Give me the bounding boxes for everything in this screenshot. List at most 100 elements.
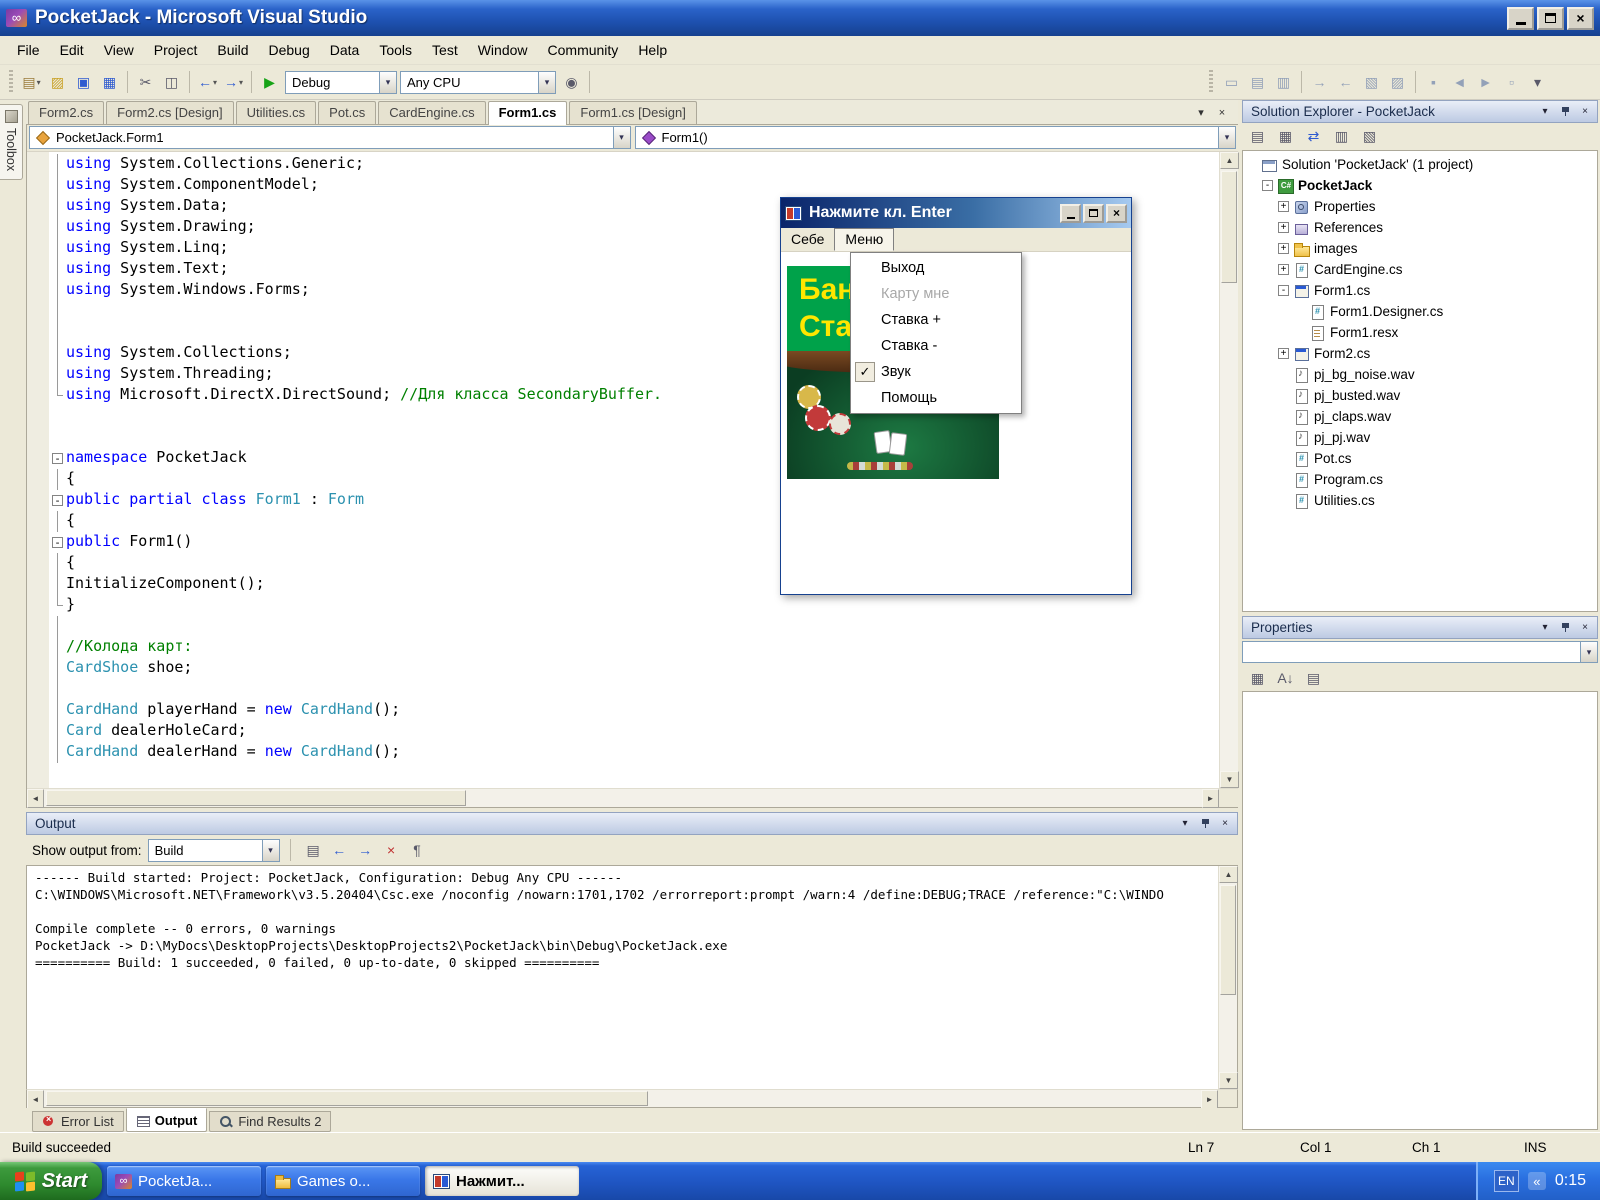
members-dropdown[interactable]: Form1() ▾ bbox=[635, 126, 1237, 149]
tree-item[interactable]: pj_busted.wav bbox=[1243, 385, 1597, 406]
next-bookmark-icon[interactable]: ► bbox=[1473, 70, 1498, 95]
menu-community[interactable]: Community bbox=[539, 38, 628, 62]
menu-build[interactable]: Build bbox=[208, 38, 257, 62]
output-panel-header[interactable]: Output ▾ × bbox=[26, 812, 1238, 835]
scrollbar-thumb[interactable] bbox=[46, 1091, 648, 1106]
output-text[interactable]: ------ Build started: Project: PocketJac… bbox=[27, 866, 1218, 1089]
editor-horizontal-scrollbar[interactable]: ◄ ► bbox=[27, 788, 1238, 807]
game-menu-item-deal-card[interactable]: Карту мне bbox=[853, 281, 1019, 307]
redo-icon[interactable]: → bbox=[221, 70, 246, 95]
scroll-up-icon[interactable]: ▲ bbox=[1219, 866, 1238, 883]
go-to-previous-message-icon[interactable]: ← bbox=[327, 838, 352, 863]
tree-item[interactable]: Form1.Designer.cs bbox=[1243, 301, 1597, 322]
chevron-down-icon[interactable]: ▾ bbox=[538, 72, 555, 93]
panel-tab-find-results-2[interactable]: Find Results 2 bbox=[209, 1111, 331, 1132]
tab-form2-cs-design-[interactable]: Form2.cs [Design] bbox=[106, 101, 233, 124]
tree-item[interactable]: pj_pj.wav bbox=[1243, 427, 1597, 448]
tree-item[interactable]: Utilities.cs bbox=[1243, 490, 1597, 511]
close-panel-button[interactable]: × bbox=[1577, 620, 1593, 635]
tree-item[interactable]: pj_bg_noise.wav bbox=[1243, 364, 1597, 385]
tree-item[interactable]: Pot.cs bbox=[1243, 448, 1597, 469]
menu-help[interactable]: Help bbox=[629, 38, 676, 62]
expander-icon[interactable]: + bbox=[1278, 348, 1289, 359]
tree-item[interactable]: Form1.resx bbox=[1243, 322, 1597, 343]
panel-tab-error-list[interactable]: Error List bbox=[32, 1111, 124, 1132]
toolbar-grip[interactable] bbox=[9, 70, 13, 94]
code-line[interactable] bbox=[49, 616, 1219, 637]
menu-file[interactable]: File bbox=[8, 38, 49, 62]
add-new-item-icon[interactable]: ▤ bbox=[19, 70, 44, 95]
game-menu-item-bet-increase[interactable]: Ставка + bbox=[853, 307, 1019, 333]
game-menu-item-sound[interactable]: ✓Звук bbox=[853, 359, 1019, 385]
toggle-word-wrap-icon[interactable]: ¶ bbox=[405, 838, 430, 863]
breakpoint-margin[interactable] bbox=[27, 152, 49, 788]
properties-object-combo[interactable]: ▾ bbox=[1242, 641, 1598, 663]
solution-explorer-header[interactable]: Solution Explorer - PocketJack ▾ × bbox=[1242, 100, 1598, 123]
chevron-down-icon[interactable]: ▾ bbox=[262, 840, 279, 861]
collapse-region-icon[interactable]: - bbox=[52, 453, 63, 464]
tab-form1-cs[interactable]: Form1.cs bbox=[488, 101, 568, 125]
tray-expand-chevron-icon[interactable]: « bbox=[1528, 1172, 1546, 1190]
taskbar-button-1[interactable]: PocketJa... bbox=[107, 1166, 261, 1196]
scrollbar-track[interactable] bbox=[1219, 883, 1237, 1072]
scroll-right-icon[interactable]: ► bbox=[1201, 1090, 1218, 1109]
game-close-button[interactable]: × bbox=[1106, 204, 1127, 223]
toggle-outlining-icon[interactable]: ▭ bbox=[1219, 70, 1244, 95]
start-button[interactable]: Start bbox=[0, 1162, 102, 1200]
window-position-button[interactable]: ▾ bbox=[1537, 620, 1553, 635]
decrease-indent-icon[interactable]: ← bbox=[1333, 70, 1358, 95]
scroll-left-icon[interactable]: ◄ bbox=[27, 789, 44, 808]
menu-edit[interactable]: Edit bbox=[51, 38, 93, 62]
tree-item[interactable]: +Properties bbox=[1243, 196, 1597, 217]
game-menu-menu[interactable]: Меню bbox=[834, 228, 894, 251]
window-titlebar[interactable]: PocketJack - Microsoft Visual Studio × bbox=[0, 0, 1600, 36]
code-line[interactable] bbox=[49, 679, 1219, 700]
properties-grid[interactable] bbox=[1242, 691, 1598, 1130]
view-code-icon[interactable]: ▥ bbox=[1329, 124, 1354, 149]
window-position-button[interactable]: ▾ bbox=[1177, 816, 1193, 831]
menu-view[interactable]: View bbox=[95, 38, 143, 62]
expander-icon[interactable]: + bbox=[1278, 222, 1289, 233]
minimize-button[interactable] bbox=[1507, 7, 1534, 30]
toggle-bookmark-icon[interactable]: ▪ bbox=[1421, 70, 1446, 95]
game-window-titlebar[interactable]: Нажмите кл. Enter × bbox=[781, 198, 1131, 228]
toolbox-tab[interactable]: Toolbox bbox=[0, 104, 23, 180]
menu-debug[interactable]: Debug bbox=[260, 38, 319, 62]
menu-window[interactable]: Window bbox=[469, 38, 537, 62]
toolbar-grip[interactable] bbox=[1209, 70, 1213, 94]
clear-bookmarks-icon[interactable]: ▫ bbox=[1499, 70, 1524, 95]
close-button[interactable]: × bbox=[1567, 7, 1594, 30]
menu-tools[interactable]: Tools bbox=[370, 38, 421, 62]
toolbar-options-icon[interactable]: ▾ bbox=[1525, 70, 1550, 95]
code-line[interactable]: using System.ComponentModel; bbox=[49, 175, 1219, 196]
game-menu-item-help[interactable]: Помощь bbox=[853, 385, 1019, 411]
start-debugging-icon[interactable]: ▶ bbox=[257, 70, 282, 95]
expander-icon[interactable]: + bbox=[1278, 264, 1289, 275]
scroll-down-icon[interactable]: ▼ bbox=[1220, 771, 1239, 788]
tab-form1-cs-design-[interactable]: Form1.cs [Design] bbox=[569, 101, 696, 124]
copy-icon[interactable]: ◫ bbox=[159, 70, 184, 95]
find-message-icon[interactable]: ▤ bbox=[301, 838, 326, 863]
alphabetical-icon[interactable]: A↓ bbox=[1273, 666, 1298, 691]
auto-hide-pin-button[interactable] bbox=[1197, 816, 1213, 831]
find-in-files-icon[interactable]: ◉ bbox=[559, 70, 584, 95]
save-all-icon[interactable]: ▦ bbox=[97, 70, 122, 95]
property-pages-icon[interactable]: ▤ bbox=[1301, 666, 1326, 691]
tree-item[interactable]: +CardEngine.cs bbox=[1243, 259, 1597, 280]
window-position-button[interactable]: ▾ bbox=[1537, 104, 1553, 119]
tree-item[interactable]: -Form1.cs bbox=[1243, 280, 1597, 301]
scrollbar-thumb[interactable] bbox=[1221, 171, 1237, 283]
code-line[interactable]: CardShoe shoe; bbox=[49, 658, 1219, 679]
scrollbar-track[interactable] bbox=[44, 789, 1202, 807]
game-menu-self[interactable]: Себе bbox=[781, 229, 834, 250]
close-document-button[interactable]: × bbox=[1214, 105, 1230, 120]
game-minimize-button[interactable] bbox=[1060, 204, 1081, 223]
tree-item[interactable]: -PocketJack bbox=[1243, 175, 1597, 196]
tree-item[interactable]: Solution 'PocketJack' (1 project) bbox=[1243, 154, 1597, 175]
taskbar-button-2[interactable]: Games o... bbox=[266, 1166, 420, 1196]
code-line[interactable]: } bbox=[49, 595, 1219, 616]
scrollbar-track[interactable] bbox=[44, 1090, 1201, 1107]
tree-item[interactable]: +References bbox=[1243, 217, 1597, 238]
expander-icon[interactable]: + bbox=[1278, 201, 1289, 212]
comment-selection-icon[interactable]: ▧ bbox=[1359, 70, 1384, 95]
